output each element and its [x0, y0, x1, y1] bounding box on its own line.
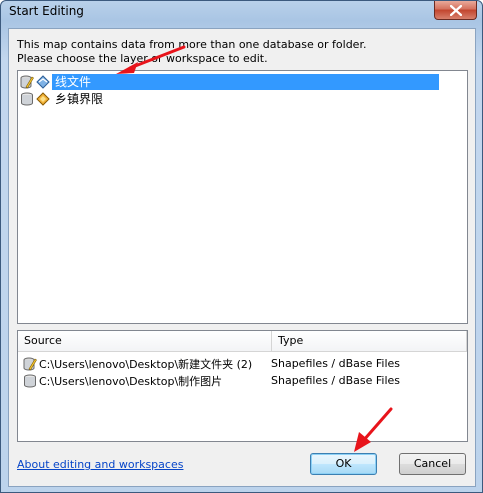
- database-icon: [24, 374, 36, 387]
- table-row[interactable]: C:\Users\lenovo\Desktop\制作图片 Shapefiles …: [18, 372, 400, 389]
- ok-button[interactable]: OK: [310, 453, 377, 475]
- table-row[interactable]: C:\Users\lenovo\Desktop\新建文件夹 (2) Shapef…: [18, 355, 400, 372]
- source-type: Shapefiles / dBase Files: [271, 357, 401, 370]
- line-feature-icon: [36, 75, 50, 89]
- cancel-button[interactable]: Cancel: [399, 453, 466, 475]
- database-icon: [21, 92, 33, 106]
- layer-label: 线文件: [52, 75, 95, 89]
- source-path: C:\Users\lenovo\Desktop\新建文件夹 (2): [39, 357, 253, 371]
- instruction-text: This map contains data from more than on…: [17, 38, 366, 66]
- instruction-line-1: This map contains data from more than on…: [17, 38, 367, 51]
- source-table[interactable]: Source Type C:\Users\lenovo\Desktop\新建文件…: [17, 330, 468, 442]
- column-header-source[interactable]: Source: [18, 331, 272, 351]
- editable-workspace-icon: [23, 357, 37, 370]
- editable-layer-icon: [20, 75, 34, 89]
- dialog-body: This map contains data from more than on…: [8, 28, 476, 487]
- table-header: Source Type: [18, 331, 467, 352]
- layer-list[interactable]: 线文件 乡镇界限: [17, 70, 468, 324]
- layer-item-township-boundary[interactable]: 乡镇界限: [20, 91, 106, 107]
- dialog-window: Start Editing This map contains data fro…: [0, 0, 483, 493]
- instruction-line-2: Please choose the layer or workspace to …: [17, 52, 268, 65]
- close-button[interactable]: [434, 1, 477, 20]
- source-type: Shapefiles / dBase Files: [271, 374, 401, 387]
- about-editing-link[interactable]: About editing and workspaces: [17, 458, 183, 471]
- close-icon: [449, 4, 462, 16]
- window-title: Start Editing: [9, 4, 84, 18]
- polygon-feature-icon: [36, 92, 50, 106]
- source-path: C:\Users\lenovo\Desktop\制作图片: [39, 374, 223, 388]
- layer-item-line-file[interactable]: 线文件: [20, 74, 439, 90]
- column-header-type[interactable]: Type: [272, 331, 467, 351]
- layer-label: 乡镇界限: [55, 92, 104, 106]
